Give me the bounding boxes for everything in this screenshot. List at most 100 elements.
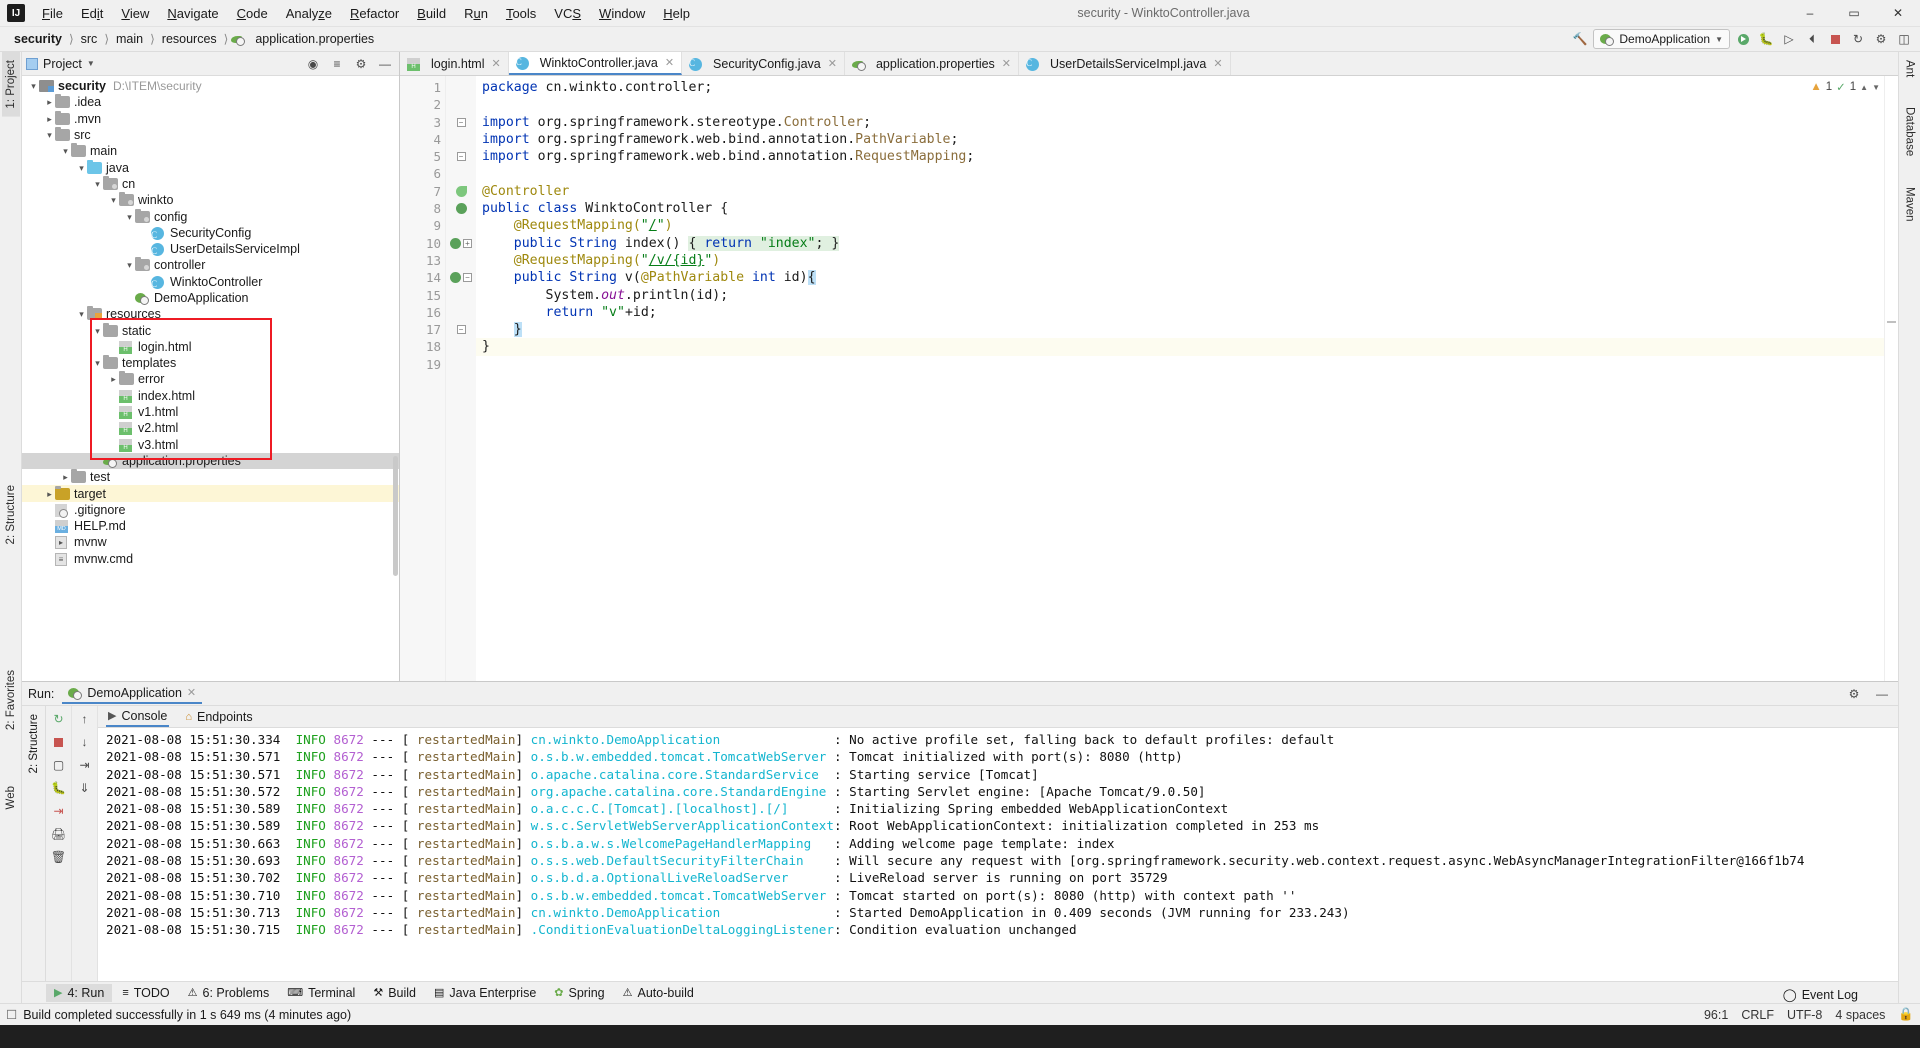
- tree-node-main[interactable]: main: [22, 143, 399, 159]
- tree-node-application-properties[interactable]: application.properties: [22, 452, 399, 470]
- spring-mapping-icon[interactable]: [450, 237, 461, 249]
- code-line[interactable]: package cn.winkto.controller;: [476, 79, 1884, 96]
- hide-icon[interactable]: —: [1872, 684, 1892, 704]
- debug-icon[interactable]: 🐛: [1756, 29, 1776, 49]
- menu-run[interactable]: Run: [455, 2, 497, 25]
- code-line[interactable]: return "v"+id;: [476, 304, 1884, 321]
- menu-navigate[interactable]: Navigate: [158, 2, 227, 25]
- code-line[interactable]: @RequestMapping("/"): [476, 217, 1884, 234]
- gutter-mark-row[interactable]: [446, 183, 476, 200]
- gear-icon[interactable]: ⚙: [351, 54, 371, 74]
- lock-icon[interactable]: 🔒: [1898, 1007, 1914, 1022]
- export-icon[interactable]: ⇥: [50, 802, 68, 820]
- tree-toggle-open-icon[interactable]: [60, 143, 71, 159]
- menu-view[interactable]: View: [112, 2, 158, 25]
- gutter-mark-row[interactable]: [446, 338, 476, 355]
- bottom-tab-6-problems[interactable]: ⚠ 6: Problems: [180, 984, 278, 1002]
- bottom-tab-build[interactable]: ⚒ Build: [365, 984, 424, 1002]
- code-line[interactable]: @Controller: [476, 183, 1884, 200]
- gutter-mark-row[interactable]: [446, 96, 476, 113]
- tree-node-error[interactable]: error: [22, 371, 399, 387]
- tree-toggle-closed-icon[interactable]: [108, 371, 119, 387]
- tree-node-static[interactable]: static: [22, 322, 399, 338]
- gutter-mark-row[interactable]: [446, 200, 476, 217]
- editor-tab-login-html[interactable]: login.html ✕: [400, 52, 509, 75]
- console-tab-console[interactable]: ▶ Console: [106, 707, 170, 727]
- editor-tab-winktocontroller-java[interactable]: C WinktoController.java ✕: [508, 52, 683, 75]
- gutter-mark-row[interactable]: [446, 304, 476, 321]
- tree-node-templates[interactable]: templates: [22, 355, 399, 371]
- print-icon[interactable]: 🖨: [50, 825, 68, 843]
- tree-toggle-closed-icon[interactable]: [60, 469, 71, 485]
- breadcrumb-resources[interactable]: resources: [158, 31, 221, 47]
- update-app-icon[interactable]: ↻: [1848, 29, 1868, 49]
- tree-node-winkto[interactable]: winkto: [22, 192, 399, 208]
- code-line[interactable]: [476, 165, 1884, 182]
- scroll-down-icon[interactable]: ↓: [76, 733, 94, 751]
- gutter-mark-row[interactable]: [446, 131, 476, 148]
- rerun-icon[interactable]: ↻: [50, 710, 68, 728]
- tree-node-securityconfig[interactable]: C SecurityConfig: [22, 225, 399, 241]
- console-tab-bar[interactable]: ▶ Console ⌂ Endpoints: [98, 706, 1898, 728]
- tree-toggle-open-icon[interactable]: [44, 127, 55, 143]
- code-line[interactable]: import org.springframework.web.bind.anno…: [476, 148, 1884, 165]
- vertical-tab-structure[interactable]: 2: Structure: [26, 710, 42, 777]
- tree-node-cn[interactable]: cn: [22, 175, 399, 192]
- tree-node-mvnw[interactable]: ▸ mvnw: [22, 534, 399, 550]
- layout-icon[interactable]: ◫: [1894, 29, 1914, 49]
- tree-toggle-open-icon[interactable]: [28, 78, 39, 94]
- code-line[interactable]: @RequestMapping("/v/{id}"): [476, 252, 1884, 269]
- close-icon[interactable]: ✕: [665, 56, 674, 69]
- spring-mapping-icon[interactable]: [450, 272, 461, 284]
- bottom-tool-strip[interactable]: ▶ 4: Run ≡ TODO ⚠ 6: Problems ⌨ Terminal ⚒ Build ▤…: [22, 981, 1898, 1003]
- coverage-icon[interactable]: ▷: [1779, 29, 1799, 49]
- tree-toggle-open-icon[interactable]: [92, 323, 103, 339]
- hammer-icon[interactable]: 🔨: [1570, 29, 1590, 49]
- code-line[interactable]: public class WinktoController {: [476, 200, 1884, 217]
- gutter-mark-row[interactable]: −: [446, 114, 476, 131]
- caret-position[interactable]: 96:1: [1704, 1008, 1728, 1022]
- bottom-tab-java-enterprise[interactable]: ▤ Java Enterprise: [426, 984, 544, 1002]
- editor-tab-userdetailsserviceimpl-java[interactable]: C UserDetailsServiceImpl.java ✕: [1019, 52, 1231, 75]
- gutter-mark-row[interactable]: [446, 165, 476, 182]
- settings-icon[interactable]: ⚙: [1871, 29, 1891, 49]
- code-line[interactable]: }: [476, 321, 1884, 338]
- console-tab-endpoints[interactable]: ⌂ Endpoints: [183, 708, 254, 726]
- gutter-mark-row[interactable]: −: [446, 148, 476, 165]
- tree-node-src[interactable]: src: [22, 127, 399, 143]
- stop-icon[interactable]: [50, 733, 68, 751]
- tree-node-help-md[interactable]: HELP.md: [22, 518, 399, 534]
- gutter-mark-row[interactable]: [446, 217, 476, 234]
- scroll-up-icon[interactable]: ↑: [76, 710, 94, 728]
- code-line[interactable]: [476, 356, 1884, 373]
- tree-toggle-open-icon[interactable]: [124, 257, 135, 273]
- stop-icon[interactable]: [1825, 29, 1845, 49]
- gutter-mark-row[interactable]: [446, 287, 476, 304]
- tree-node--gitignore[interactable]: .gitignore: [22, 502, 399, 518]
- console-output[interactable]: 2021-08-08 15:51:30.334 INFO 8672 --- [ …: [98, 728, 1898, 981]
- sidebar-tab-web[interactable]: Web: [2, 778, 20, 817]
- editor-tab-bar[interactable]: login.html ✕ C WinktoController.java ✕ C Secur…: [400, 52, 1898, 76]
- tree-node-v3-html[interactable]: v3.html: [22, 437, 399, 453]
- menu-refactor[interactable]: Refactor: [341, 2, 408, 25]
- encoding[interactable]: UTF-8: [1787, 1008, 1822, 1022]
- gutter-mark-row[interactable]: [446, 252, 476, 269]
- event-log-button[interactable]: ◯ Event Log: [1783, 987, 1858, 1003]
- tree-node-userdetailsserviceimpl[interactable]: C UserDetailsServiceImpl: [22, 241, 399, 257]
- tree-toggle-open-icon[interactable]: [92, 176, 103, 192]
- tree-toggle-open-icon[interactable]: [76, 306, 87, 322]
- tree-node--idea[interactable]: .idea: [22, 94, 399, 110]
- fold-plus-icon[interactable]: +: [463, 238, 472, 248]
- sidebar-tab-project[interactable]: 1: Project: [1, 52, 20, 117]
- tree-node-v1-html[interactable]: v1.html: [22, 404, 399, 420]
- tree-node--mvn[interactable]: .mvn: [22, 110, 399, 127]
- line-separator[interactable]: CRLF: [1741, 1008, 1774, 1022]
- menu-help[interactable]: Help: [654, 2, 699, 25]
- spring-bean-icon[interactable]: [455, 203, 467, 215]
- tree-toggle-open-icon[interactable]: [124, 209, 135, 225]
- sidebar-tab-structure[interactable]: 2: Structure: [2, 477, 20, 552]
- gutter-mark-row[interactable]: +: [446, 235, 476, 252]
- debug-icon[interactable]: 🐛: [50, 779, 68, 797]
- menu-vcs[interactable]: VCS: [545, 2, 590, 25]
- project-tree[interactable]: security D:\ITEM\security .idea.mvn srcmain…: [22, 76, 399, 681]
